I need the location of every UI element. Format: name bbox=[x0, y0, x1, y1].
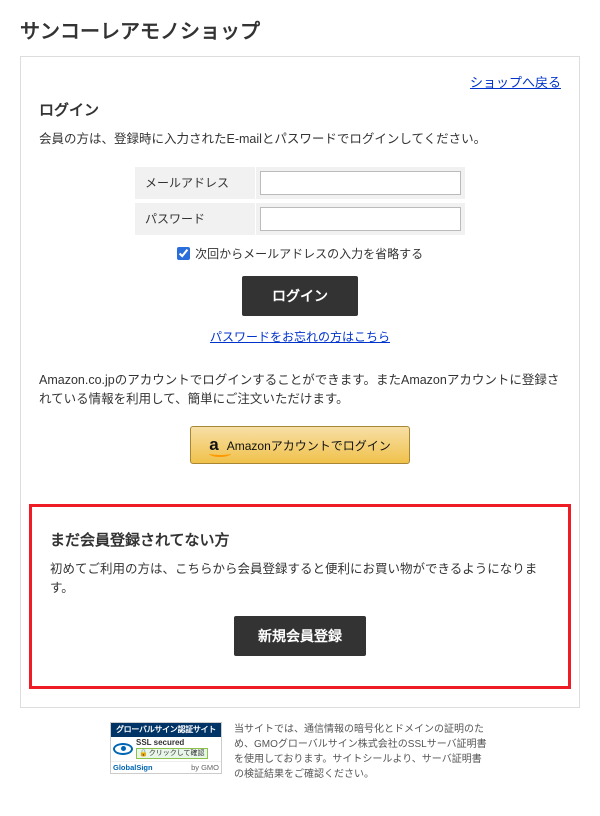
amazon-description: Amazon.co.jpのアカウントでログインすることができます。またAmazo… bbox=[39, 371, 561, 409]
seal-brand: GlobalSign bbox=[113, 763, 153, 772]
register-highlight-box: まだ会員登録されてない方 初めてご利用の方は、こちらから会員登録すると便利にお買… bbox=[29, 504, 571, 689]
password-field[interactable] bbox=[260, 207, 461, 231]
password-row: パスワード bbox=[135, 203, 465, 235]
login-button[interactable]: ログイン bbox=[242, 276, 358, 316]
forgot-password-link[interactable]: パスワードをお忘れの方はこちら bbox=[210, 330, 390, 344]
amazon-login-button[interactable]: a Amazonアカウントでログイン bbox=[190, 426, 410, 464]
seal-title: グローバルサイン認証サイト bbox=[111, 723, 221, 737]
seal-ssl-label: SSL secured bbox=[136, 739, 219, 747]
globalsign-eye-icon bbox=[113, 743, 133, 755]
register-heading: まだ会員登録されてない方 bbox=[50, 529, 550, 550]
ssl-seal[interactable]: グローバルサイン認証サイト SSL secured 🔒 クリックして確認 Glo… bbox=[110, 722, 222, 774]
password-label: パスワード bbox=[135, 203, 255, 235]
login-description: 会員の方は、登録時に入力されたE-mailとパスワードでログインしてください。 bbox=[39, 130, 561, 149]
register-description: 初めてご利用の方は、こちらから会員登録すると便利にお買い物ができるようになります… bbox=[50, 560, 550, 598]
seal-verify-button: 🔒 クリックして確認 bbox=[136, 748, 208, 759]
lock-icon: 🔒 bbox=[139, 749, 148, 758]
email-label: メールアドレス bbox=[135, 167, 255, 199]
remember-label[interactable]: 次回からメールアドレスの入力を省略する bbox=[195, 247, 423, 261]
amazon-logo-icon: a bbox=[209, 435, 218, 455]
footer: グローバルサイン認証サイト SSL secured 🔒 クリックして確認 Glo… bbox=[20, 708, 580, 796]
seal-gmo: by GMO bbox=[191, 763, 219, 772]
login-heading: ログイン bbox=[39, 99, 561, 120]
login-panel: ショップへ戻る ログイン 会員の方は、登録時に入力されたE-mailとパスワード… bbox=[20, 56, 580, 708]
page-title: サンコーレアモノショップ bbox=[20, 15, 580, 44]
email-field[interactable] bbox=[260, 171, 461, 195]
amazon-button-label: Amazonアカウントでログイン bbox=[227, 437, 391, 454]
footer-text: 当サイトでは、通信情報の暗号化とドメインの証明のため、GMOグローバルサイン株式… bbox=[234, 722, 490, 782]
email-row: メールアドレス bbox=[135, 167, 465, 199]
back-to-shop-link[interactable]: ショップへ戻る bbox=[470, 75, 561, 90]
register-button[interactable]: 新規会員登録 bbox=[234, 616, 366, 656]
remember-checkbox[interactable] bbox=[177, 247, 190, 260]
